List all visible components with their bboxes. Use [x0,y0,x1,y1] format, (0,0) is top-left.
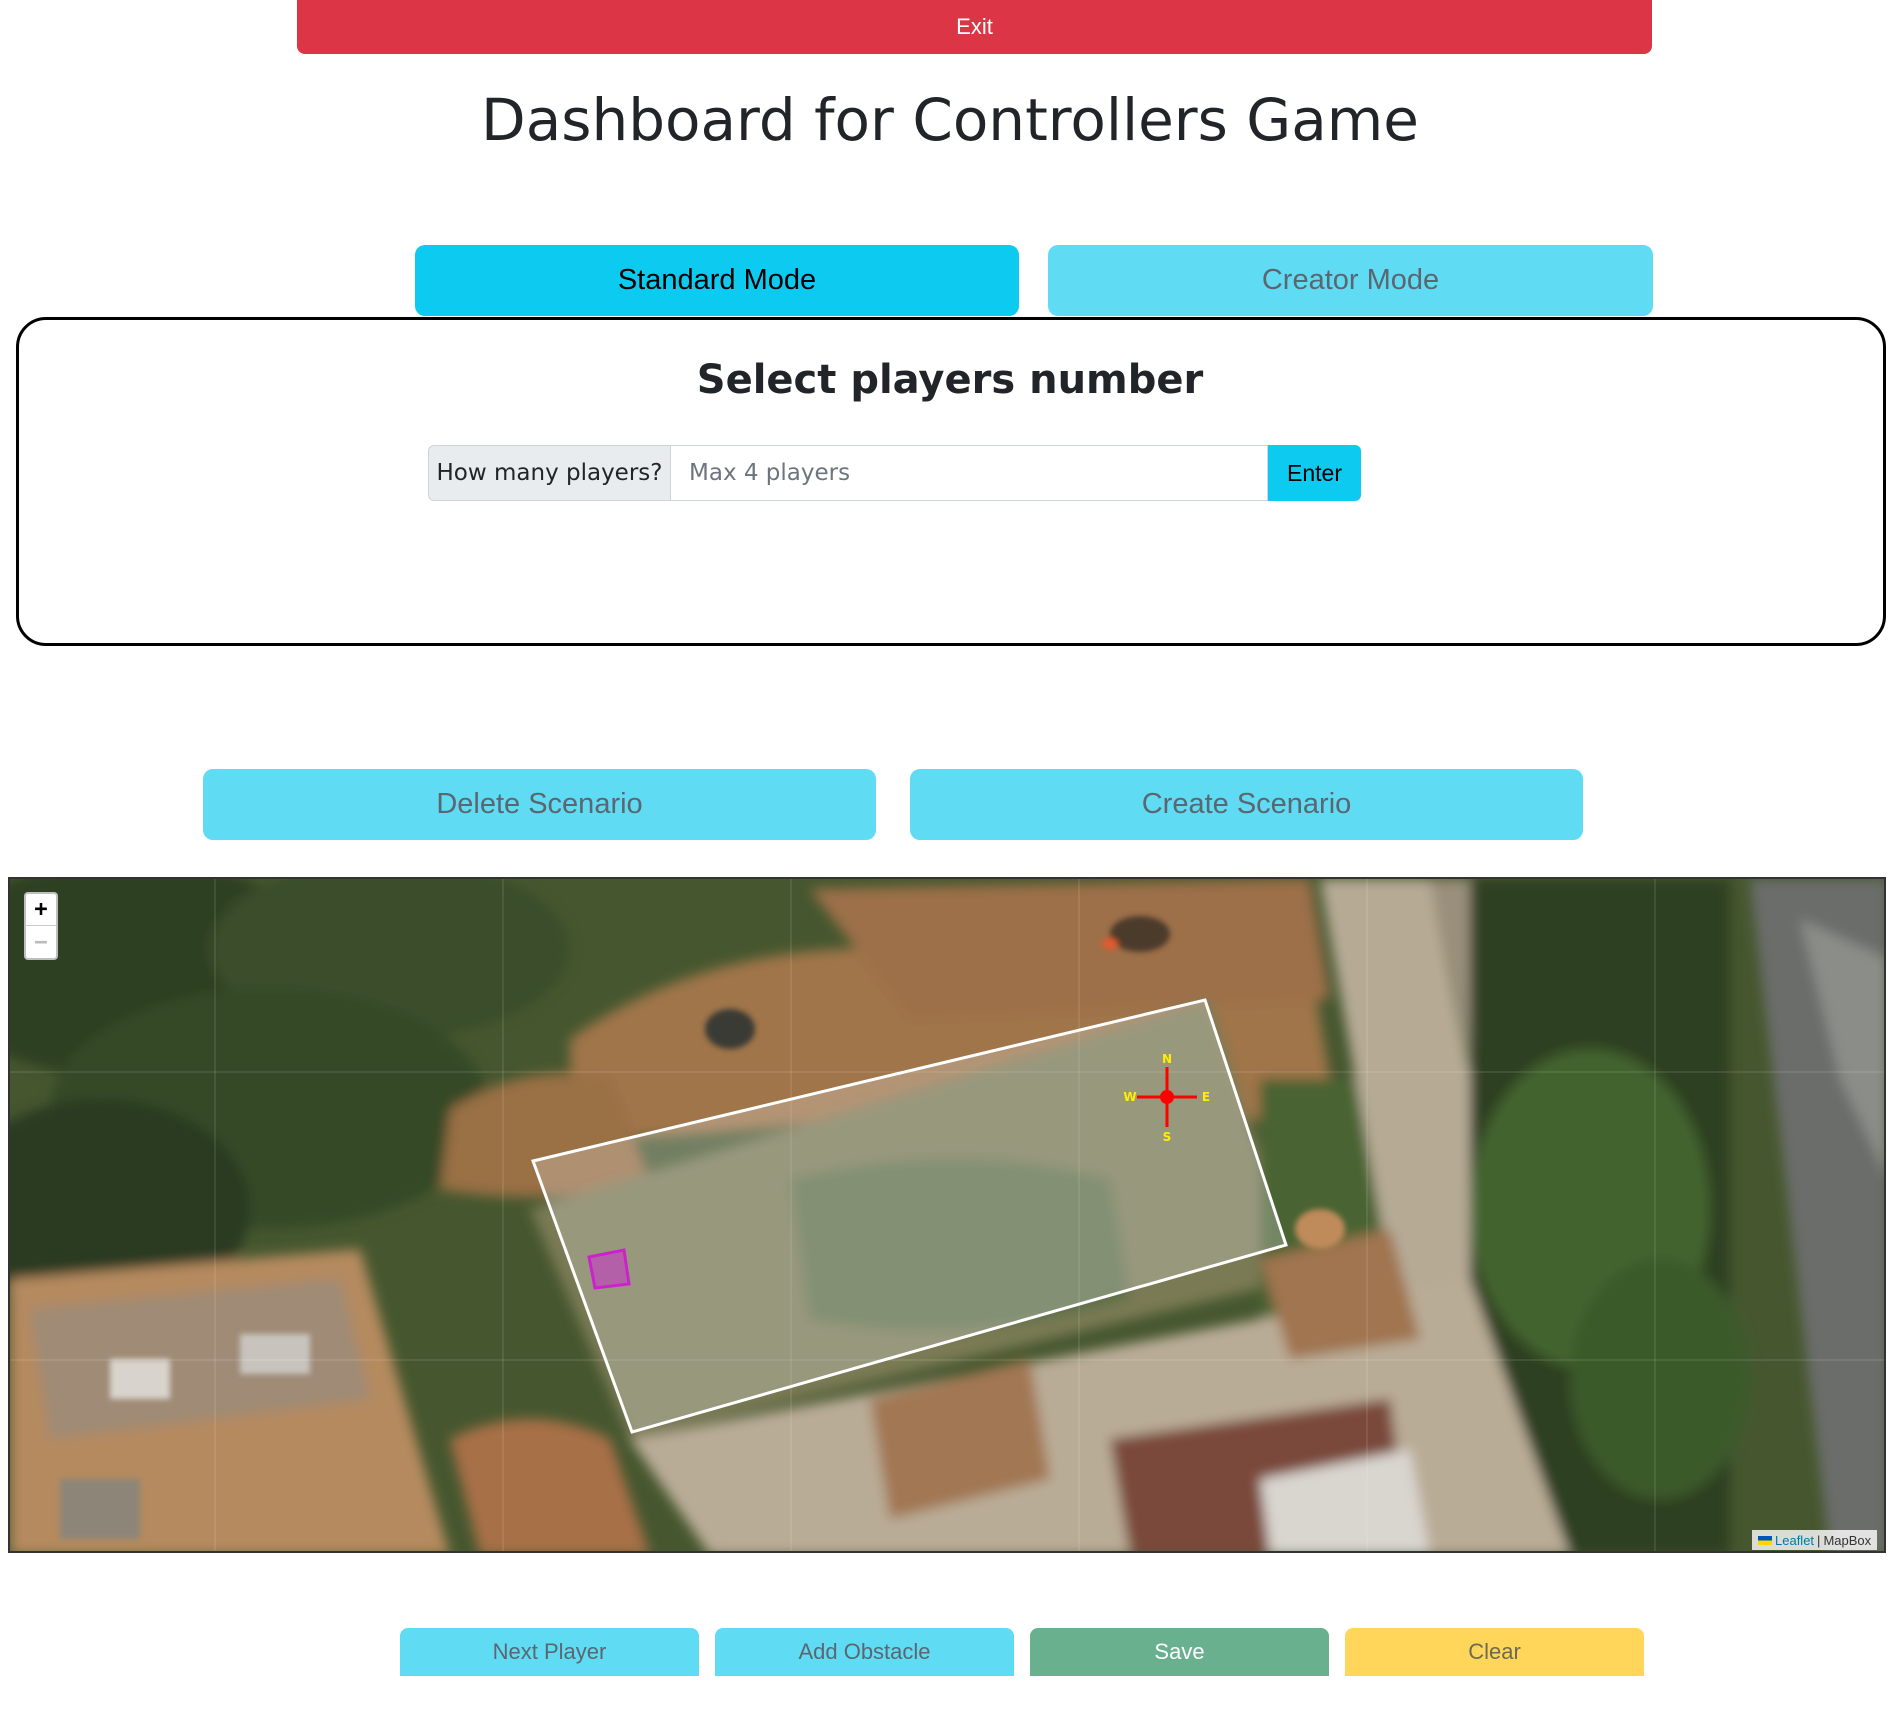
satellite-map[interactable]: N S E W [8,877,1886,1553]
exit-button[interactable]: Exit [297,0,1652,54]
enter-button[interactable]: Enter [1268,445,1361,501]
creator-mode-button[interactable]: Creator Mode [1048,245,1653,316]
add-obstacle-button[interactable]: Add Obstacle [715,1628,1014,1676]
players-input-label: How many players? [428,445,671,501]
zoom-control: + − [24,892,58,960]
compass-n-label: N [1162,1052,1172,1066]
leaflet-link[interactable]: Leaflet [1775,1533,1814,1548]
save-button[interactable]: Save [1030,1628,1329,1676]
zoom-out-button[interactable]: − [26,926,56,958]
clear-button[interactable]: Clear [1345,1628,1644,1676]
next-player-button[interactable]: Next Player [400,1628,699,1676]
page-title: Dashboard for Controllers Game [481,86,1419,154]
satellite-imagery: N S E W [10,879,1884,1551]
obstacle-marker[interactable] [587,1248,631,1290]
zoom-in-button[interactable]: + [26,894,56,926]
compass-s-label: S [1163,1130,1172,1144]
standard-mode-button[interactable]: Standard Mode [415,245,1019,316]
players-heading: Select players number [696,357,1204,403]
players-count-input[interactable] [671,445,1268,501]
delete-scenario-button[interactable]: Delete Scenario [203,769,876,840]
attribution-separator: | [1817,1532,1821,1548]
compass-w-label: W [1123,1090,1136,1104]
create-scenario-button[interactable]: Create Scenario [910,769,1583,840]
players-input-group: How many players? Enter [428,445,1361,501]
attribution-provider: MapBox [1823,1532,1872,1548]
map-attribution: Leaflet | MapBox [1752,1530,1878,1550]
compass-e-label: E [1202,1090,1210,1104]
ukraine-flag-icon [1758,1535,1772,1545]
